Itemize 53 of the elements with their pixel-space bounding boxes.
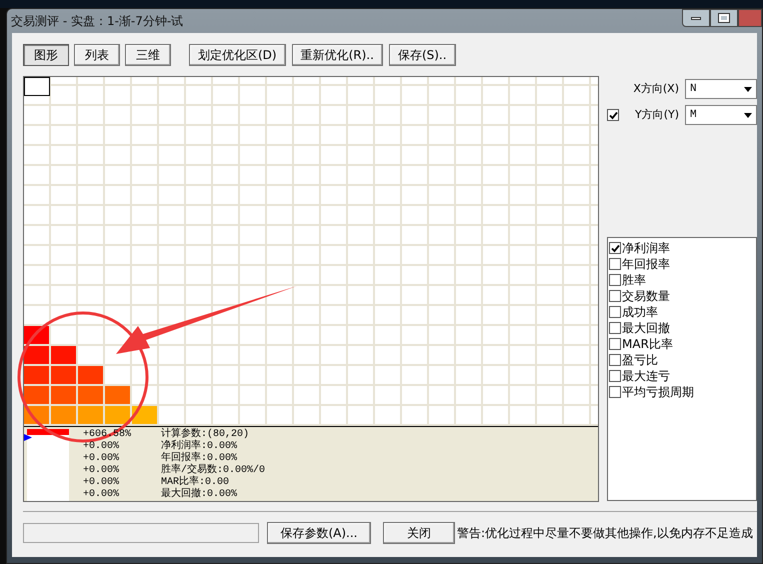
metric-item[interactable]: 成功率 — [622, 305, 658, 319]
view-tab[interactable]: 三维 — [125, 44, 171, 66]
close-dialog-button[interactable]: 关闭 — [383, 522, 455, 544]
checkbox[interactable] — [609, 242, 621, 254]
legend-value: +0.00% — [83, 453, 120, 465]
maximize-button[interactable] — [710, 9, 738, 27]
window-title: 交易测评 - 实盘：1-渐-7分钟-试 — [11, 13, 184, 30]
dropdown-arrow-icon — [744, 86, 752, 92]
metric-item[interactable]: MAR比率 — [622, 337, 673, 351]
toolbar-button[interactable]: 划定优化区(D) — [189, 44, 286, 66]
checkbox[interactable] — [609, 306, 621, 318]
legend-detail: 净利润率:0.00% — [161, 441, 238, 452]
legend-detail: 胜率/交易数:0.00%/0 — [161, 465, 266, 476]
checkbox[interactable] — [609, 258, 621, 270]
legend-detail: 年回报率:0.00% — [161, 453, 238, 464]
checkbox[interactable] — [609, 370, 621, 382]
checkbox[interactable] — [609, 322, 621, 334]
toolbar-button[interactable]: 保存(S).. — [388, 44, 456, 66]
axis-label: X方向(X) — [633, 80, 679, 97]
checkbox[interactable] — [609, 290, 621, 302]
dropdown-arrow-icon — [744, 112, 752, 118]
x-axis-dropdown[interactable]: N — [685, 79, 757, 99]
checkbox[interactable] — [609, 354, 621, 366]
save-parameters-button[interactable]: 保存参数(A)... — [267, 522, 371, 544]
minimize-button[interactable] — [682, 9, 710, 27]
checkbox[interactable] — [609, 386, 621, 398]
metric-item[interactable]: 盈亏比 — [622, 353, 658, 367]
view-tab[interactable]: 图形 — [23, 44, 69, 66]
checkbox[interactable] — [607, 109, 619, 121]
toolbar-button[interactable]: 重新优化(R).. — [292, 44, 383, 66]
legend-value: +0.00% — [83, 465, 120, 477]
warning-text: 警告:优化过程中尽量不要做其他操作,以免内存不足造成 — [457, 525, 753, 542]
checkbox[interactable] — [609, 274, 621, 286]
axis-label: Y方向(Y) — [634, 106, 679, 123]
metric-item[interactable]: 最大回撤 — [622, 321, 670, 335]
metric-item[interactable]: 最大连亏 — [622, 369, 670, 383]
legend-value: +0.00% — [83, 477, 120, 489]
metric-item[interactable]: 交易数量 — [622, 289, 670, 303]
metric-item[interactable]: 年回报率 — [622, 257, 670, 271]
metric-item[interactable]: 净利润率 — [622, 241, 670, 255]
metric-item[interactable]: 平均亏损周期 — [622, 385, 694, 399]
checkmark-icon — [610, 244, 620, 252]
y-axis-dropdown[interactable]: M — [685, 105, 757, 125]
view-tab[interactable]: 列表 — [74, 44, 120, 66]
legend-detail: 最大回撤:0.00% — [161, 489, 238, 501]
checkmark-icon — [608, 110, 618, 120]
legend-detail: 计算参数:(80,20) — [161, 429, 250, 440]
checkbox[interactable] — [609, 338, 621, 350]
legend-value: +0.00% — [83, 441, 120, 453]
legend-detail: MAR比率:0.00 — [161, 477, 230, 488]
marker-icon — [24, 434, 32, 441]
metric-item[interactable]: 胜率 — [622, 273, 646, 287]
legend-value: +0.00% — [83, 489, 120, 501]
